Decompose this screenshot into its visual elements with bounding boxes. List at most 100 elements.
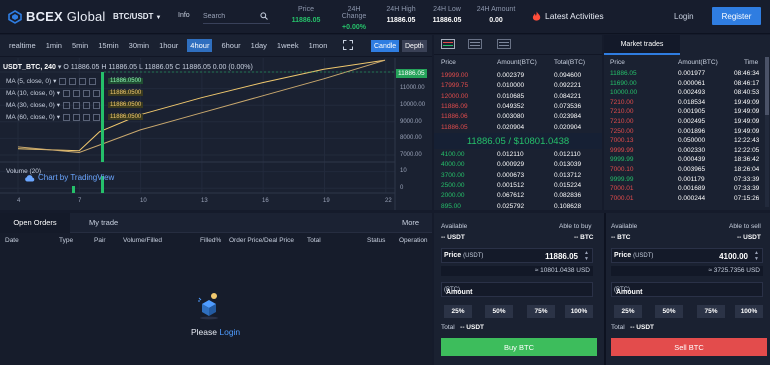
buy-price-value[interactable]: 11886.05 <box>545 252 578 261</box>
settings-icon[interactable] <box>73 101 81 109</box>
eye-icon[interactable] <box>63 113 71 121</box>
bid-row[interactable]: 4000.00 0.000929 0.013039 <box>434 161 602 170</box>
more-link[interactable]: More <box>402 218 419 227</box>
sell-75-button[interactable]: 75% <box>697 305 725 318</box>
pair-selector[interactable]: BTC/USDT ▼ <box>113 12 161 21</box>
sell-amount-input[interactable]: Amount (BTC) <box>611 282 763 297</box>
buy-price-input[interactable]: Price (USDT) 11886.05 ▲ ▼ <box>441 248 593 263</box>
y-tick: 8000.00 <box>400 135 422 141</box>
ask-row[interactable]: 11886.09 0.049352 0.073536 <box>434 103 602 112</box>
tab-my-trade[interactable]: My trade <box>89 218 118 227</box>
ask-row[interactable]: 11886.05 0.020904 0.020904 <box>434 124 602 133</box>
mt-col-time: Time <box>744 59 759 66</box>
ask-row[interactable]: 12000.00 0.010685 0.084221 <box>434 93 602 102</box>
x-tick: 4 <box>17 198 21 204</box>
buy-btc-button[interactable]: Buy BTC <box>441 338 597 356</box>
timeframe-4hour[interactable]: 4hour <box>187 39 213 52</box>
mid-price-usd: $10801.0438 <box>513 136 570 147</box>
total-cell: 0.084221 <box>554 92 582 100</box>
bid-row[interactable]: 3700.00 0.000673 0.013712 <box>434 172 602 181</box>
eye-icon[interactable] <box>63 101 71 109</box>
buy-100-button[interactable]: 100% <box>565 305 593 318</box>
book-both-icon[interactable] <box>441 39 455 49</box>
tab-open-orders[interactable]: Open Orders <box>0 213 70 233</box>
register-button[interactable]: Register <box>712 7 761 25</box>
sell-price-input[interactable]: Price (USDT) 4100.00 ▲ ▼ <box>611 248 763 263</box>
trade-row: 7210.00 0.018534 19:49:09 <box>604 99 770 108</box>
price-chart[interactable]: USDT_BTC, 240 ▾ O 11886.05 H 11886.05 L … <box>0 58 432 210</box>
eye-icon[interactable] <box>63 89 71 97</box>
close-icon[interactable] <box>79 77 87 85</box>
buy-50-button[interactable]: 50% <box>485 305 513 318</box>
eye-icon[interactable] <box>59 77 67 85</box>
chevron-down-icon[interactable]: ▾ <box>53 77 56 85</box>
price-cell: 12000.00 <box>441 92 469 100</box>
ask-row[interactable]: 19999.00 0.002379 0.094600 <box>434 72 602 81</box>
close-icon[interactable] <box>83 101 91 109</box>
close-icon[interactable] <box>83 113 91 121</box>
col-price: Order Price/Deal Price <box>229 237 295 244</box>
ask-row[interactable]: 11886.06 0.003080 0.023984 <box>434 113 602 122</box>
latest-activities-link[interactable]: Latest Activities <box>532 11 604 21</box>
timeframe-30min[interactable]: 30min <box>128 39 150 52</box>
bid-row[interactable]: 2000.00 0.067612 0.082836 <box>434 192 602 201</box>
login-link[interactable]: Login <box>219 327 240 337</box>
orders-tabs: Open Orders My trade More <box>0 213 432 233</box>
more-icon[interactable] <box>89 77 97 85</box>
chevron-down-icon[interactable]: ▾ <box>57 113 60 121</box>
timeframe-1mon[interactable]: 1mon <box>308 39 329 52</box>
login-link[interactable]: Login <box>674 12 694 21</box>
more-icon[interactable] <box>93 101 101 109</box>
timeframe-6hour[interactable]: 6hour <box>220 39 241 52</box>
fullscreen-icon[interactable] <box>343 40 353 50</box>
timeframe-5min[interactable]: 5min <box>71 39 89 52</box>
info-link[interactable]: Info <box>178 12 190 19</box>
settings-icon[interactable] <box>73 113 81 121</box>
timeframe-1week[interactable]: 1week <box>276 39 300 52</box>
more-icon[interactable] <box>93 89 101 97</box>
timeframe-realtime[interactable]: realtime <box>8 39 37 52</box>
buy-75-button[interactable]: 75% <box>527 305 555 318</box>
timeframe-1min[interactable]: 1min <box>45 39 63 52</box>
scrollbar-thumb[interactable] <box>765 57 769 115</box>
trade-amount: 0.000439 <box>678 156 706 164</box>
chevron-down-icon[interactable]: ▾ <box>58 64 62 71</box>
bid-row[interactable]: 2500.00 0.001512 0.015224 <box>434 182 602 191</box>
candle-button[interactable]: Candle <box>371 40 400 52</box>
tradingview-badge[interactable]: Chart by TradingView <box>24 173 114 182</box>
settings-icon[interactable] <box>73 89 81 97</box>
search-input[interactable] <box>203 10 255 23</box>
book-sell-icon[interactable] <box>468 39 482 49</box>
scrollbar[interactable] <box>765 57 769 207</box>
timeframe-15min[interactable]: 15min <box>97 39 119 52</box>
price-cell: 11886.05 <box>441 123 468 131</box>
x-tick: 7 <box>78 198 82 204</box>
candle-bar <box>101 72 104 162</box>
settings-icon[interactable] <box>69 77 77 85</box>
stepper-icon[interactable]: ▲ ▼ <box>754 250 759 262</box>
tab-market-trades[interactable]: Market trades <box>604 35 680 55</box>
ma-legend-30: MA (30, close, 0) ▾ <box>6 101 101 109</box>
book-buy-icon[interactable] <box>497 39 511 49</box>
chevron-down-icon[interactable]: ▾ <box>57 89 60 97</box>
sell-25-button[interactable]: 25% <box>614 305 642 318</box>
depth-button[interactable]: Depth <box>402 40 427 52</box>
sell-price-value[interactable]: 4100.00 <box>719 252 748 261</box>
sell-50-button[interactable]: 50% <box>655 305 683 318</box>
sell-100-button[interactable]: 100% <box>735 305 763 318</box>
buy-amount-input[interactable]: Amount (BTC) <box>441 282 593 297</box>
col-date: Date <box>5 237 19 244</box>
logo[interactable]: BCEX Global <box>8 9 106 24</box>
stepper-icon[interactable]: ▲ ▼ <box>584 250 589 262</box>
timeframe-1day[interactable]: 1day <box>250 39 268 52</box>
close-icon[interactable] <box>83 89 91 97</box>
buy-25-button[interactable]: 25% <box>444 305 472 318</box>
search-icon[interactable] <box>260 12 268 20</box>
more-icon[interactable] <box>93 113 101 121</box>
timeframe-1hour[interactable]: 1hour <box>158 39 179 52</box>
ask-row[interactable]: 17999.75 0.010000 0.092221 <box>434 82 602 91</box>
bid-row[interactable]: 4100.00 0.012110 0.012110 <box>434 151 602 160</box>
bid-row[interactable]: 895.00 0.025792 0.108628 <box>434 203 602 212</box>
chevron-down-icon[interactable]: ▾ <box>57 101 60 109</box>
sell-btc-button[interactable]: Sell BTC <box>611 338 767 356</box>
